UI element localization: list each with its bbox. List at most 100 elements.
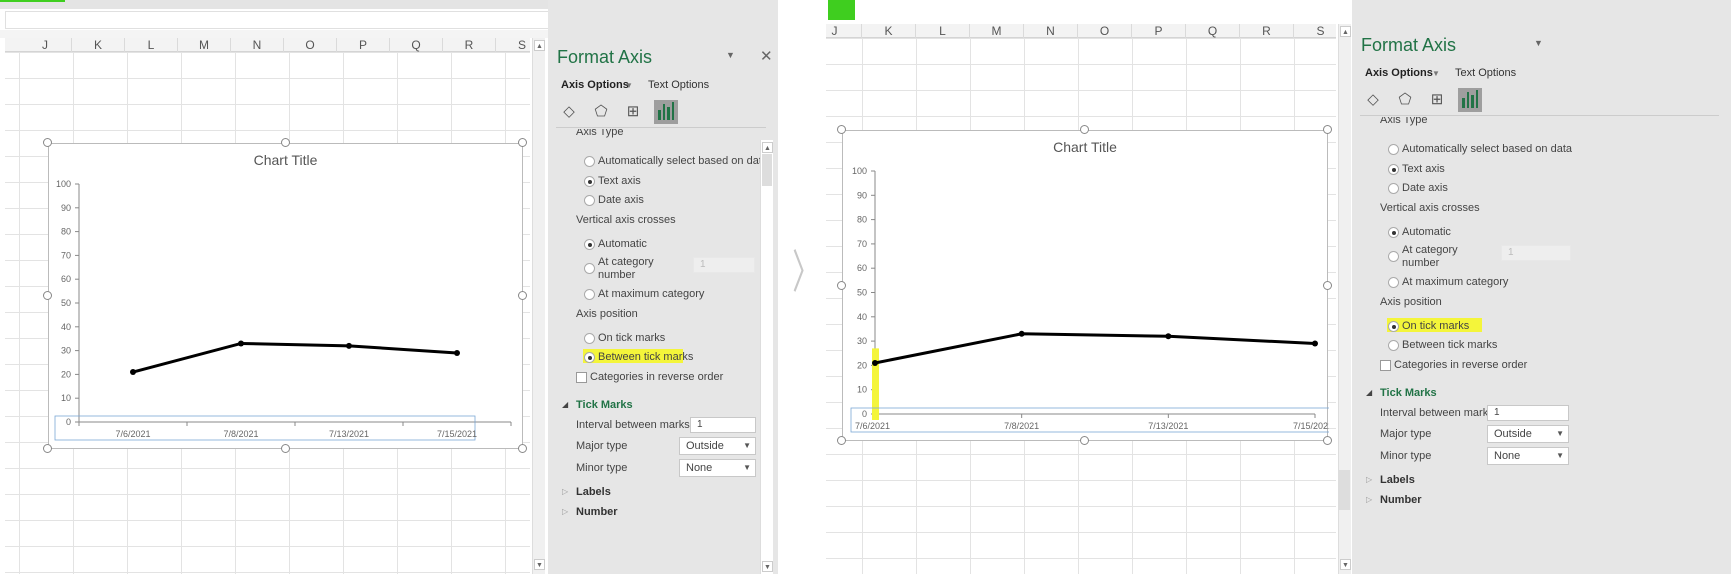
axis-position-between-tick-marks-radio[interactable] bbox=[584, 352, 595, 363]
scroll-down-button[interactable]: ▼ bbox=[1340, 559, 1351, 570]
resize-handle[interactable] bbox=[43, 138, 52, 147]
resize-handle[interactable] bbox=[43, 444, 52, 453]
pane-options-dropdown-icon[interactable]: ▼ bbox=[1534, 38, 1543, 48]
resize-handle[interactable] bbox=[1080, 125, 1089, 134]
number-section[interactable]: Number bbox=[1380, 494, 1422, 506]
axis-position-between-tick-marks-radio[interactable] bbox=[1388, 340, 1399, 351]
size-properties-icon[interactable]: ⊞ bbox=[1426, 89, 1448, 111]
scroll-up-button[interactable]: ▲ bbox=[1340, 26, 1351, 37]
pane-options-dropdown-icon[interactable]: ▼ bbox=[726, 50, 735, 60]
pane-scroll-up[interactable]: ▲ bbox=[762, 142, 773, 153]
axis-options-icon[interactable] bbox=[1458, 88, 1482, 112]
tab-axis-options[interactable]: Axis Options bbox=[561, 79, 629, 91]
resize-handle[interactable] bbox=[837, 280, 846, 290]
column-header-N[interactable]: N bbox=[1024, 24, 1078, 38]
pane-scroll-down[interactable]: ▼ bbox=[762, 561, 773, 572]
column-header-O[interactable]: O bbox=[1078, 24, 1132, 38]
effects-icon[interactable]: ⬠ bbox=[590, 101, 612, 123]
crosses-at-category-radio[interactable] bbox=[1388, 251, 1399, 262]
labels-section[interactable]: Labels bbox=[1380, 474, 1415, 486]
axis-options-dropdown-icon[interactable]: ▼ bbox=[1432, 69, 1440, 78]
axis-type-date-radio[interactable] bbox=[584, 195, 595, 206]
pane-scrollbar[interactable]: ▲ ▼ bbox=[760, 140, 773, 574]
column-header-K[interactable]: K bbox=[72, 38, 125, 52]
crosses-automatic-radio[interactable] bbox=[584, 239, 595, 250]
resize-handle[interactable] bbox=[280, 444, 290, 453]
close-pane-icon[interactable]: ✕ bbox=[760, 47, 773, 65]
minor-type-select[interactable]: None ▼ bbox=[1487, 447, 1569, 465]
column-header-N[interactable]: N bbox=[231, 38, 284, 52]
crosses-at-maximum-label[interactable]: At maximum category bbox=[1402, 276, 1508, 288]
crosses-at-category-radio[interactable] bbox=[584, 263, 595, 274]
crosses-at-category-label-2[interactable]: number bbox=[1402, 257, 1439, 269]
major-type-select[interactable]: Outside ▼ bbox=[679, 437, 756, 455]
resize-handle[interactable] bbox=[837, 436, 846, 445]
column-header-R[interactable]: R bbox=[443, 38, 496, 52]
axis-type-text-label[interactable]: Text axis bbox=[1402, 163, 1445, 175]
crosses-at-category-label[interactable]: At category bbox=[1402, 244, 1458, 256]
tick-marks-collapse-icon[interactable]: ◢ bbox=[1366, 388, 1372, 397]
crosses-automatic-label[interactable]: Automatic bbox=[1402, 226, 1451, 238]
fill-line-icon[interactable]: ◇ bbox=[1362, 89, 1384, 111]
reverse-order-checkbox[interactable] bbox=[1380, 360, 1391, 371]
resize-handle[interactable] bbox=[280, 138, 290, 147]
resize-handle[interactable] bbox=[837, 125, 846, 134]
labels-expand-icon[interactable]: ▷ bbox=[1366, 475, 1372, 484]
crosses-automatic-label[interactable]: Automatic bbox=[598, 238, 647, 250]
labels-expand-icon[interactable]: ▷ bbox=[562, 487, 568, 496]
axis-position-between-tick-marks-label[interactable]: Between tick marks bbox=[1402, 339, 1497, 351]
reverse-order-checkbox-label[interactable]: Categories in reverse order bbox=[1394, 359, 1527, 371]
scroll-up-button[interactable]: ▲ bbox=[534, 40, 545, 51]
interval-input[interactable]: 1 bbox=[690, 417, 756, 433]
axis-type-text-label[interactable]: Text axis bbox=[598, 175, 641, 187]
resize-handle[interactable] bbox=[1323, 280, 1332, 290]
column-header-Q[interactable]: Q bbox=[390, 38, 443, 52]
crosses-at-category-input[interactable]: 1 bbox=[693, 257, 755, 273]
reverse-order-checkbox-label[interactable]: Categories in reverse order bbox=[590, 371, 723, 383]
column-header-J[interactable]: J bbox=[19, 38, 72, 52]
column-header-L[interactable]: L bbox=[125, 38, 178, 52]
axis-type-auto-label[interactable]: Automatically select based on data bbox=[1402, 143, 1572, 155]
axis-position-on-tick-marks-label[interactable]: On tick marks bbox=[1402, 320, 1469, 332]
resize-handle[interactable] bbox=[518, 444, 527, 453]
column-header-J[interactable]: J bbox=[826, 24, 862, 38]
plot-area[interactable]: 0 10 20 30 40 50 60 70 80 90 100 7/6/2021 7/8/2021 7/… bbox=[49, 144, 524, 450]
axis-type-auto-radio[interactable] bbox=[1388, 144, 1399, 155]
axis-type-text-radio[interactable] bbox=[1388, 164, 1399, 175]
minor-type-select[interactable]: None ▼ bbox=[679, 459, 756, 477]
column-header-K[interactable]: K bbox=[862, 24, 916, 38]
tab-axis-options[interactable]: Axis Options bbox=[1365, 67, 1433, 79]
axis-position-on-tick-marks-label[interactable]: On tick marks bbox=[598, 332, 665, 344]
resize-handle[interactable] bbox=[1323, 125, 1332, 134]
crosses-at-category-label[interactable]: At category bbox=[598, 256, 654, 268]
column-header-O[interactable]: O bbox=[284, 38, 337, 52]
column-header-Q[interactable]: Q bbox=[1186, 24, 1240, 38]
axis-position-between-tick-marks-label[interactable]: Between tick marks bbox=[598, 351, 693, 363]
axis-type-date-label[interactable]: Date axis bbox=[1402, 182, 1448, 194]
axis-options-icon[interactable] bbox=[654, 100, 678, 124]
tick-marks-section[interactable]: Tick Marks bbox=[1380, 387, 1437, 399]
axis-options-dropdown-icon[interactable]: ▼ bbox=[625, 81, 633, 90]
vertical-scrollbar[interactable]: ▲ ▼ bbox=[532, 38, 545, 574]
tick-marks-section[interactable]: Tick Marks bbox=[576, 399, 633, 411]
column-header-R[interactable]: R bbox=[1240, 24, 1294, 38]
resize-handle[interactable] bbox=[43, 291, 52, 300]
resize-handle[interactable] bbox=[1080, 436, 1089, 445]
chart-area[interactable]: Chart Title 0 10 20 30 40 50 60 70 80 90 100 7/6/202… bbox=[842, 130, 1329, 442]
resize-handle[interactable] bbox=[518, 138, 527, 147]
axis-type-date-label[interactable]: Date axis bbox=[598, 194, 644, 206]
reverse-order-checkbox[interactable] bbox=[576, 372, 587, 383]
tick-marks-collapse-icon[interactable]: ◢ bbox=[562, 400, 568, 409]
tab-text-options[interactable]: Text Options bbox=[1455, 67, 1516, 79]
size-properties-icon[interactable]: ⊞ bbox=[622, 101, 644, 123]
number-expand-icon[interactable]: ▷ bbox=[1366, 495, 1372, 504]
plot-area[interactable]: 0 10 20 30 40 50 60 70 80 90 100 7/6/2021 7/8/2021 7/… bbox=[843, 131, 1329, 442]
axis-type-date-radio[interactable] bbox=[1388, 183, 1399, 194]
crosses-at-category-input[interactable]: 1 bbox=[1501, 245, 1571, 261]
labels-section[interactable]: Labels bbox=[576, 486, 611, 498]
axis-type-auto-radio[interactable] bbox=[584, 156, 595, 167]
resize-handle[interactable] bbox=[518, 291, 527, 300]
column-header-L[interactable]: L bbox=[916, 24, 970, 38]
column-header-P[interactable]: P bbox=[1132, 24, 1186, 38]
crosses-automatic-radio[interactable] bbox=[1388, 227, 1399, 238]
